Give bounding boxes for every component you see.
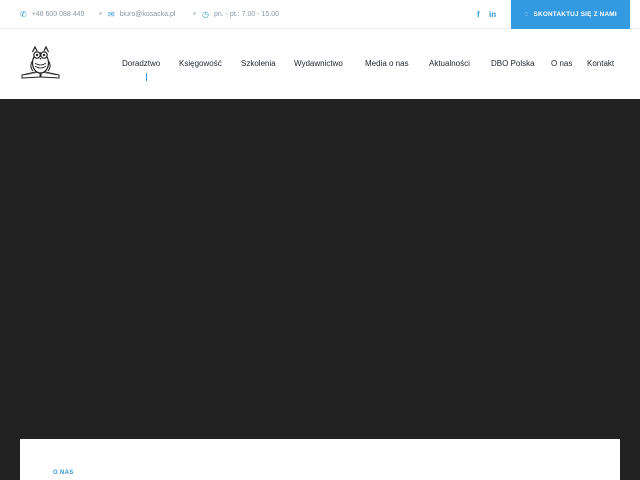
- mail-icon: ✉: [108, 9, 115, 19]
- nav-item-wydawnictwo[interactable]: Wydawnictwo: [294, 59, 343, 68]
- hero-banner: [0, 99, 640, 480]
- section-label: O NAS: [53, 470, 74, 476]
- contact-us-label: SKONTAKTUJ SIĘ Z NAMI: [533, 11, 617, 18]
- phone-icon: ✆: [20, 9, 27, 19]
- separator-dot: [193, 12, 196, 15]
- facebook-icon[interactable]: f: [477, 0, 480, 29]
- linkedin-icon[interactable]: in: [489, 0, 496, 29]
- site-header: Doradztwo Księgowość Szkolenia Wydawnict…: [0, 29, 640, 99]
- nav-item-ksiegowosc[interactable]: Księgowość: [179, 59, 222, 68]
- nav-item-o-nas[interactable]: O nas: [551, 59, 572, 68]
- email-address: biuro@kosacka.pl: [119, 11, 176, 18]
- content-card: O NAS: [20, 439, 620, 480]
- nav-active-indicator: [146, 73, 147, 81]
- phone-number: +48 600 088 449: [31, 11, 85, 18]
- nav-item-aktualnosci[interactable]: Aktualności: [429, 59, 470, 68]
- contact-us-button[interactable]: ◌ SKONTAKTUJ SIĘ Z NAMI: [511, 0, 630, 29]
- separator-dot: [99, 12, 102, 15]
- owl-logo[interactable]: [20, 44, 61, 79]
- nav-item-kontakt[interactable]: Kontakt: [587, 59, 614, 68]
- nav-item-media-o-nas[interactable]: Media o nas: [365, 59, 409, 68]
- clock-icon: ◷: [202, 9, 209, 19]
- hours-text: pn. - pt.: 7.00 - 15.00: [213, 11, 279, 18]
- opening-hours: ◷ pn. - pt.: 7.00 - 15.00: [202, 0, 279, 29]
- nav-item-szkolenia[interactable]: Szkolenia: [241, 59, 276, 68]
- email-link[interactable]: ✉ biuro@kosacka.pl: [108, 0, 175, 29]
- nav-item-dbo-polska[interactable]: DBO Polska: [491, 59, 535, 68]
- nav-item-doradztwo[interactable]: Doradztwo: [122, 59, 160, 68]
- phone-link[interactable]: ✆ +48 600 088 449: [20, 0, 84, 29]
- chat-icon: ◌: [524, 11, 529, 18]
- top-bar: ✆ +48 600 088 449 ✉ biuro@kosacka.pl ◷ p…: [0, 0, 640, 29]
